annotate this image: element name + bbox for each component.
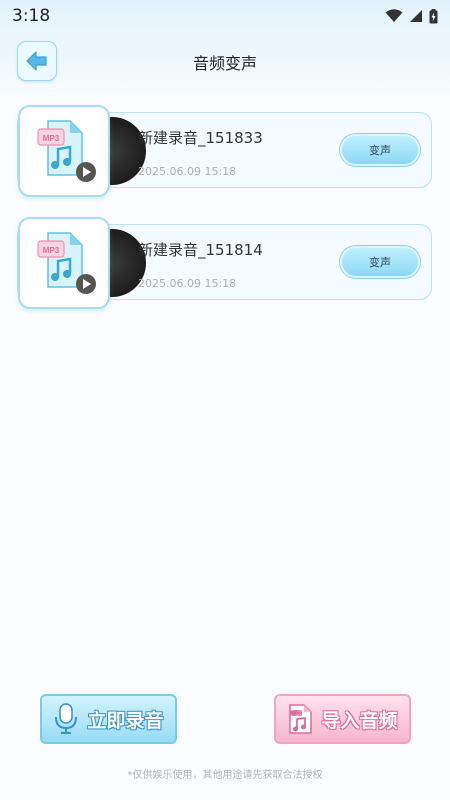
recording-date: 2025.06.09 15:18 — [138, 277, 237, 290]
recording-name: 新建录音_151814 — [138, 241, 263, 259]
signal-icon — [410, 10, 422, 22]
disclaimer-text: *仅供娱乐使用，其他用途请先获取合法授权 — [127, 770, 323, 781]
status-bar: 3:18 — [0, 0, 450, 32]
audio-thumbnail[interactable]: MP3 — [18, 105, 110, 197]
import-mp3-badge: MP3 — [291, 711, 302, 717]
import-audio-button[interactable]: MP3 导入音频 — [274, 694, 411, 744]
recording-card[interactable]: MP3 新建录音_151833 2025.06.09 15:18 变声 — [17, 105, 432, 197]
play-icon — [76, 274, 96, 294]
page-title: 音频变声 — [192, 54, 257, 73]
record-now-button[interactable]: 立即录音 — [40, 694, 177, 744]
microphone-icon — [55, 703, 78, 734]
voice-change-button[interactable]: 变声 — [340, 134, 420, 166]
recording-name: 新建录音_151833 — [138, 129, 263, 147]
status-time: 3:18 — [12, 6, 51, 26]
status-icons — [385, 8, 438, 24]
mp3-file-icon: MP3 — [37, 232, 96, 294]
play-icon — [76, 162, 96, 182]
voice-change-button[interactable]: 变声 — [340, 246, 420, 278]
record-now-label: 立即录音 — [87, 709, 164, 732]
mp3-file-icon: MP3 — [37, 120, 96, 182]
recording-date: 2025.06.09 15:18 — [138, 165, 237, 178]
import-audio-label: 导入音频 — [321, 709, 398, 732]
mp3-file-icon: MP3 — [289, 704, 313, 734]
mp3-badge: MP3 — [43, 246, 60, 255]
app-header: 音频变声 — [0, 40, 450, 84]
audio-thumbnail[interactable]: MP3 — [18, 217, 110, 309]
mp3-badge: MP3 — [43, 134, 60, 143]
wifi-icon — [385, 9, 403, 22]
battery-icon — [429, 8, 438, 23]
recording-card[interactable]: MP3 新建录音_151814 2025.06.09 15:18 变声 — [17, 217, 432, 309]
